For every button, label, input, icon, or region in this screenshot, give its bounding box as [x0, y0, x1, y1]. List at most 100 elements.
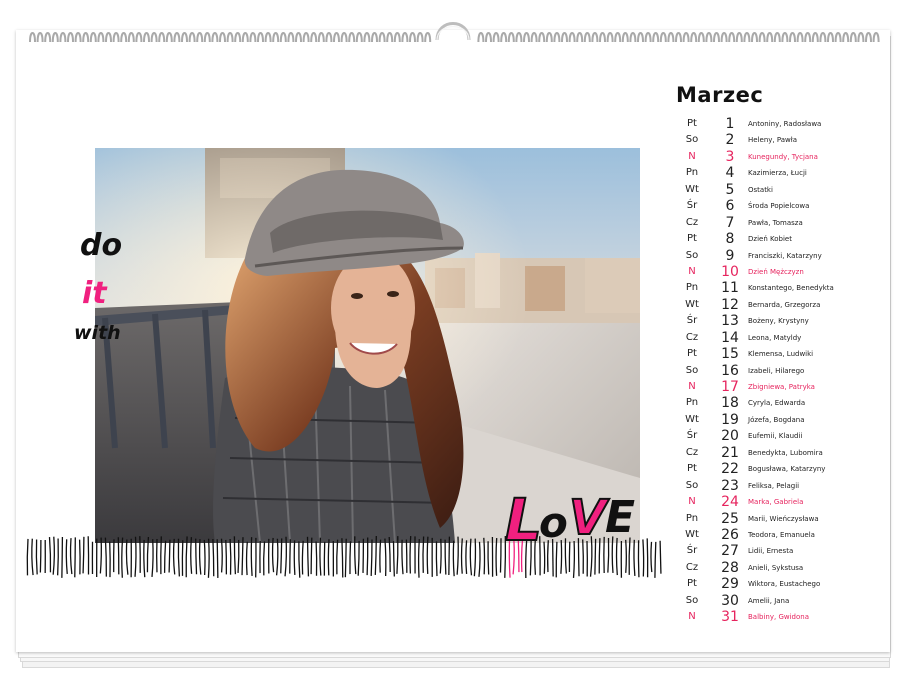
name-day: Marka, Gabriela	[748, 498, 804, 507]
hatch-line	[198, 539, 202, 575]
name-day: Klemensa, Ludwiki	[748, 350, 814, 359]
hatch-line	[241, 537, 244, 576]
hatch-line	[366, 537, 369, 576]
hatch-line	[250, 537, 253, 576]
spiral-ring	[538, 32, 546, 43]
spiral-ring	[606, 32, 614, 43]
spiral-ring	[120, 32, 128, 43]
spiral-ring	[629, 32, 637, 43]
spiral-ring	[143, 32, 150, 43]
day-of-week: Pt	[687, 463, 697, 475]
hatch-line	[473, 538, 477, 577]
spiral-ring	[279, 32, 287, 43]
hatch-line	[237, 539, 240, 573]
day-of-week: Pt	[687, 233, 697, 245]
hatch-line	[293, 540, 296, 575]
day-row: So 23 Feliksa, Pelagii	[672, 478, 872, 494]
day-number: 15	[721, 346, 739, 363]
hatch-line	[422, 536, 425, 573]
spiral-ring	[82, 32, 90, 43]
love-letter-e: E	[605, 492, 636, 543]
day-row: Śr 6 Środa Popielcowa	[672, 198, 872, 214]
name-day: Anieli, Sykstusa	[748, 563, 804, 572]
spiral-ring	[67, 32, 74, 43]
day-number: 23	[721, 477, 739, 494]
hatch-line	[409, 536, 412, 574]
day-of-week: Cz	[685, 216, 699, 228]
day-number: 7	[725, 214, 735, 231]
hatch-line	[233, 536, 237, 575]
hatch-line	[417, 539, 420, 578]
hatch-line	[298, 541, 301, 578]
hatch-line	[212, 538, 215, 577]
hatch-line	[74, 537, 76, 578]
spiral-ring	[675, 32, 682, 43]
spiral-ring	[804, 32, 812, 43]
hatch-line	[487, 541, 490, 575]
spiral-ring	[203, 32, 211, 43]
spiral-binding	[29, 22, 880, 43]
hatch-line	[271, 537, 275, 573]
hatch-line	[301, 540, 304, 575]
spiral-ring	[827, 32, 834, 43]
spiral-ring	[758, 32, 766, 43]
spiral-ring	[599, 32, 606, 43]
spiral-ring	[834, 32, 842, 43]
spiral-ring	[492, 32, 500, 43]
spiral-ring	[690, 32, 698, 43]
hatch-line	[460, 538, 463, 574]
name-day: Bożeny, Krystyny	[748, 317, 809, 326]
name-day: Kunegundy, Tycjana	[748, 152, 818, 161]
hatch-line	[160, 536, 162, 575]
day-of-week: Śr	[686, 430, 698, 442]
spiral-ring	[165, 32, 173, 43]
day-number: 10	[721, 263, 739, 280]
spiral-ring	[652, 32, 660, 43]
photo-woman-in-hat	[95, 148, 640, 543]
month-title: Marzec	[676, 83, 764, 107]
spiral-ring	[249, 32, 257, 43]
hatch-line	[275, 538, 279, 576]
spiral-ring	[576, 32, 584, 43]
day-of-week: Cz	[685, 446, 699, 458]
name-day: Pawła, Tomasza	[748, 218, 803, 227]
spiral-ring	[637, 32, 644, 43]
hatch-line	[370, 539, 373, 576]
name-day: Wiktora, Eustachego	[748, 580, 821, 589]
day-of-week: Śr	[686, 545, 698, 557]
spiral-ring	[409, 32, 416, 43]
name-day: Konstantego, Benedykta	[748, 284, 834, 293]
spiral-ring	[393, 32, 401, 43]
spiral-ring	[507, 32, 515, 43]
spiral-ring	[272, 32, 280, 43]
name-day: Zbigniewa, Patryka	[748, 383, 815, 391]
hatch-line	[289, 539, 291, 574]
hatch-line	[121, 537, 124, 578]
spiral-ring	[485, 32, 492, 43]
spiral-ring	[751, 32, 758, 43]
spiral-ring	[158, 32, 166, 43]
spiral-ring	[173, 32, 181, 43]
name-day: Kazimierza, Łucji	[748, 169, 807, 178]
hatch-line	[357, 540, 360, 576]
hatch-line	[57, 538, 59, 576]
hatch-line	[52, 536, 56, 575]
day-row: Cz 21 Benedykta, Lubomira	[672, 445, 872, 461]
hatch-line	[220, 538, 223, 573]
day-number: 27	[721, 543, 739, 560]
spiral-ring	[257, 32, 264, 43]
name-day: Antoniny, Radosława	[748, 120, 822, 128]
day-number: 4	[725, 165, 735, 182]
hatch-line	[478, 541, 481, 577]
spiral-ring	[386, 32, 394, 43]
day-row: N 24 Marka, Gabriela	[672, 494, 872, 510]
day-number: 30	[721, 592, 739, 609]
day-of-week: Pn	[685, 282, 699, 294]
spiral-ring	[51, 32, 59, 43]
spiral-ring	[310, 32, 318, 43]
spiral-ring	[211, 32, 219, 43]
hatch-line	[659, 540, 662, 574]
spiral-ring	[188, 32, 196, 43]
day-row: Pn 11 Konstantego, Benedykta	[672, 280, 872, 296]
day-row: Cz 28 Anieli, Sykstusa	[672, 560, 872, 576]
